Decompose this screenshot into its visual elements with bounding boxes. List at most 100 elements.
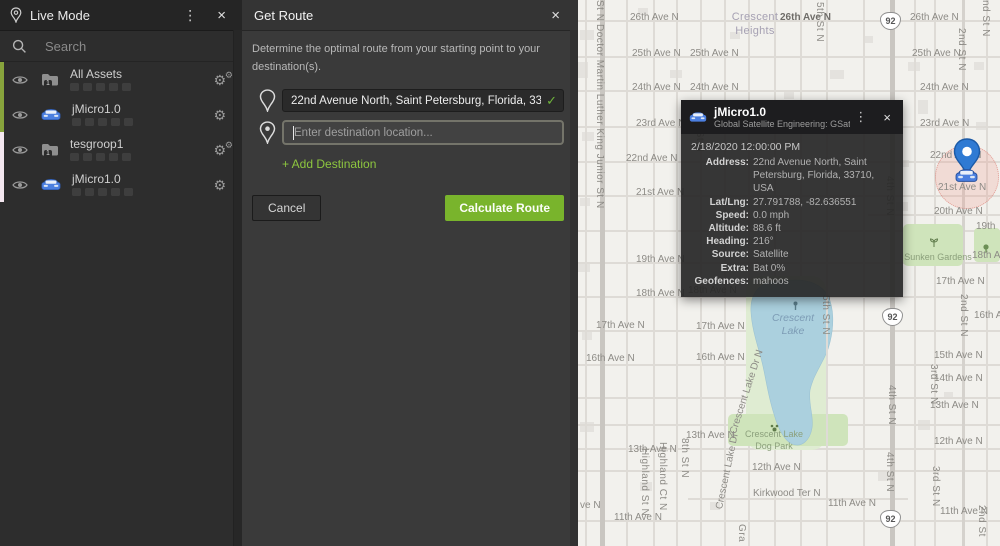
status-icon — [83, 153, 92, 161]
status-icon — [109, 153, 118, 161]
asset-row[interactable]: 1 tesgroop1⚙⚙ — [0, 132, 242, 167]
destination-pin-icon — [252, 121, 282, 144]
crescent-lake-water — [751, 280, 833, 445]
street-label: 22nd Ave N — [626, 153, 678, 164]
panel-menu-kebab-icon[interactable]: ⋮ — [169, 7, 211, 24]
location-pin-icon — [10, 7, 22, 23]
road — [578, 397, 1000, 399]
settings-icon[interactable]: ⚙⚙ — [213, 73, 226, 87]
settings-icon[interactable]: ⚙ — [213, 178, 226, 192]
group-folder-icon: 1 — [41, 143, 59, 156]
street-label: 15th Ave N — [934, 350, 983, 361]
get-route-header: Get Route × — [242, 0, 578, 31]
road — [578, 56, 1000, 58]
street-label: 11th Ave N — [940, 506, 988, 517]
sidebar-scrollbar[interactable] — [233, 30, 242, 546]
road — [934, 0, 936, 546]
asset-info-popup: jMicro1.0 Global Satellite Engineering: … — [681, 100, 903, 297]
cancel-button[interactable]: Cancel — [252, 195, 321, 221]
destination-input[interactable] — [282, 120, 564, 145]
vehicle-map-icon[interactable] — [955, 168, 978, 188]
status-icons — [72, 188, 213, 196]
popup-data-row: Address:22nd Avenue North, Saint Petersb… — [691, 156, 893, 196]
field-label: Source: — [691, 248, 749, 261]
vehicle-icon — [41, 108, 61, 121]
tree-icon — [982, 240, 990, 258]
road — [626, 0, 628, 546]
street-label: 19th — [976, 221, 995, 232]
field-value: 0.0 mph — [753, 209, 789, 222]
start-location-input[interactable] — [282, 89, 564, 112]
street-label: 17th Ave N — [696, 321, 745, 332]
building — [944, 392, 953, 399]
asset-row[interactable]: 1 All Assets⚙⚙ — [0, 62, 242, 97]
field-label: Lat/Lng: — [691, 196, 749, 209]
calculate-route-button[interactable]: Calculate Route — [445, 195, 564, 221]
street-label: 24th Ave N — [690, 82, 739, 93]
dog-park-area — [728, 414, 848, 446]
field-value: 22nd Avenue North, Saint Petersburg, Flo… — [753, 156, 893, 196]
street-label: 18th Ave N — [972, 250, 1000, 261]
asset-meta: tesgroop1 — [70, 138, 213, 161]
road — [962, 0, 965, 546]
visibility-eye-icon[interactable] — [12, 109, 28, 121]
popup-data-row: Altitude:88.6 ft — [691, 222, 893, 235]
asset-row[interactable]: jMicro1.0⚙ — [0, 97, 242, 132]
building — [830, 70, 844, 79]
street-label: 17th Ave N — [596, 320, 645, 331]
status-icons — [70, 153, 213, 161]
road — [826, 268, 828, 546]
street-label: Highland Ct N — [657, 442, 668, 511]
neighborhood-label: Crescent Heights — [723, 10, 787, 39]
route-actions: Cancel Calculate Route — [252, 195, 564, 221]
street-label: 13th Ave N — [628, 444, 677, 455]
get-route-close-icon[interactable]: × — [545, 7, 566, 24]
field-value: Satellite — [753, 248, 789, 261]
status-icon — [122, 83, 131, 91]
road — [578, 330, 1000, 332]
popup-titles: jMicro1.0 Global Satellite Engineering: … — [714, 106, 850, 129]
field-label: Extra: — [691, 262, 749, 275]
asset-meta: jMicro1.0 — [72, 173, 213, 196]
status-icon — [96, 83, 105, 91]
visibility-eye-icon[interactable] — [12, 74, 28, 86]
asset-meta: All Assets — [70, 68, 213, 91]
panel-close-icon[interactable]: × — [211, 7, 232, 24]
street-label: ve N — [580, 500, 601, 511]
popup-header: jMicro1.0 Global Satellite Engineering: … — [681, 100, 903, 134]
popup-close-icon[interactable]: × — [879, 110, 895, 125]
road — [600, 0, 605, 546]
field-label: Heading: — [691, 235, 749, 248]
settings-icon[interactable]: ⚙⚙ — [213, 143, 226, 157]
street-label: 4th St N — [886, 385, 897, 425]
visibility-eye-icon[interactable] — [12, 144, 28, 156]
field-label: Altitude: — [691, 222, 749, 235]
search-bar[interactable]: Search — [0, 31, 242, 62]
street-label: 23rd Ave N — [920, 118, 969, 129]
building — [580, 30, 594, 40]
building — [582, 332, 592, 340]
group-folder-icon: 1 — [41, 73, 59, 86]
add-destination-link[interactable]: + Add Destination — [282, 157, 376, 171]
group-color-strip — [0, 167, 4, 202]
street-label: 2nd St N — [958, 294, 969, 337]
asset-row[interactable]: jMicro1.0⚙ — [0, 167, 242, 202]
popup-menu-kebab-icon[interactable]: ⋮ — [850, 109, 879, 125]
status-icon — [96, 153, 105, 161]
sunken-gardens-area — [903, 224, 963, 266]
street-label: Highland St N — [639, 448, 650, 516]
search-placeholder: Search — [45, 39, 86, 54]
panel-scrollbar[interactable] — [570, 30, 578, 546]
status-icon — [72, 188, 81, 196]
settings-icon[interactable]: ⚙ — [213, 108, 226, 122]
visibility-eye-icon[interactable] — [12, 179, 28, 191]
asset-pin-marker[interactable] — [953, 138, 981, 188]
fountain-icon — [792, 298, 799, 316]
building — [670, 70, 682, 78]
street-label: 22nd Ave N — [930, 150, 982, 161]
valid-check-icon: ✓ — [546, 93, 557, 109]
map-canvas[interactable]: 26th Ave N26th Ave N26th Ave N25th Ave N… — [578, 0, 1000, 546]
settings-small-gear-icon: ⚙ — [225, 138, 233, 152]
asset-name: All Assets — [70, 68, 213, 80]
street-label: 14th Ave N — [934, 373, 983, 384]
